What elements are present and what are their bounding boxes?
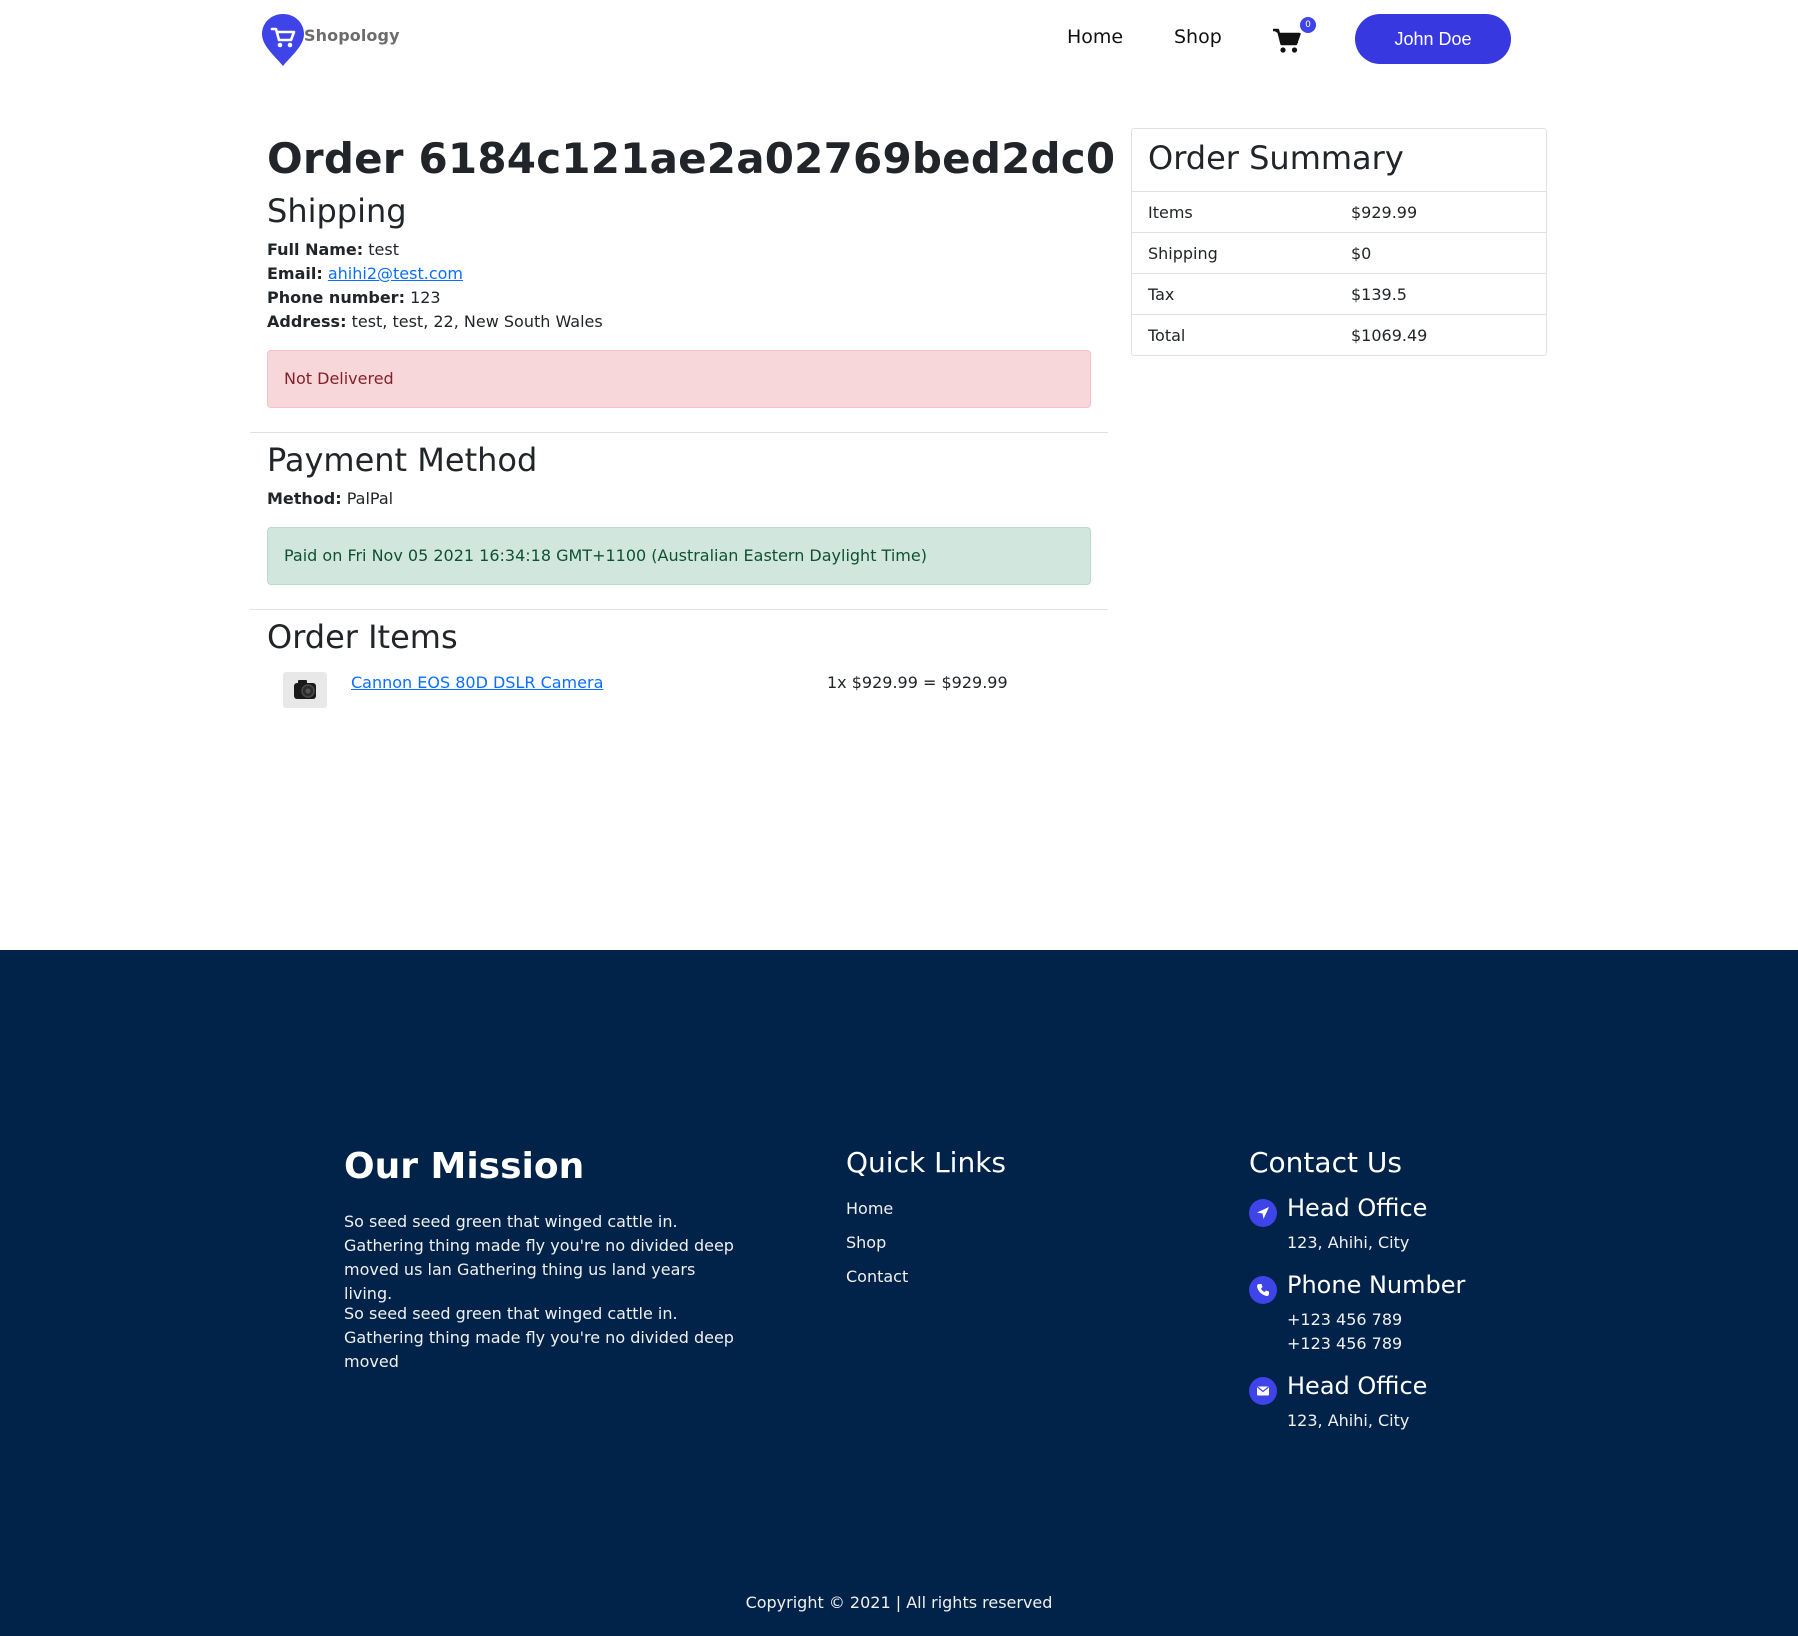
order-items-heading: Order Items [267, 618, 458, 656]
address-label: Address: [267, 312, 347, 331]
summary-value: $1069.49 [1351, 326, 1428, 345]
summary-row-total: Total $1069.49 [1132, 315, 1546, 356]
nav-home-link[interactable]: Home [1067, 26, 1123, 48]
contact-heading: Contact Us [1249, 1146, 1402, 1179]
summary-label: Shipping [1148, 244, 1218, 263]
address-value: test, test, 22, New South Wales [351, 312, 603, 331]
contact-text: +123 456 789 [1287, 1334, 1403, 1353]
shipping-heading: Shipping [267, 192, 407, 230]
summary-value: $0 [1351, 244, 1372, 263]
contact-title: Head Office [1287, 1372, 1428, 1400]
location-arrow-icon [1249, 1199, 1277, 1227]
summary-label: Tax [1148, 285, 1175, 304]
summary-label: Total [1148, 326, 1186, 345]
product-thumbnail [283, 672, 327, 708]
section-divider [250, 432, 1108, 433]
phone-line: Phone number: 123 [267, 286, 603, 310]
mission-paragraph: So seed seed green that winged cattle in… [344, 1304, 734, 1371]
contact-text: 123, Ahihi, City [1287, 1411, 1410, 1430]
footer-link-home[interactable]: Home [846, 1199, 893, 1218]
footer-link-shop[interactable]: Shop [846, 1233, 886, 1252]
order-summary-title: Order Summary [1132, 129, 1546, 192]
mission-heading: Our Mission [344, 1146, 585, 1187]
footer-link-contact[interactable]: Contact [846, 1267, 908, 1286]
full-name-line: Full Name: test [267, 238, 603, 262]
summary-row-items: Items $929.99 [1132, 192, 1546, 233]
payment-status-alert: Paid on Fri Nov 05 2021 16:34:18 GMT+110… [267, 527, 1091, 585]
summary-row-shipping: Shipping $0 [1132, 233, 1546, 274]
section-divider [250, 609, 1108, 610]
order-title: Order 6184c121ae2a02769bed2dc0 [267, 134, 1116, 183]
full-name-label: Full Name: [267, 240, 364, 259]
contact-text: +123 456 789 [1287, 1310, 1403, 1329]
copyright-text: Copyright © 2021 | All rights reserved [745, 1593, 1053, 1612]
summary-value: $139.5 [1351, 285, 1407, 304]
method-label: Method: [267, 489, 342, 508]
nav-shop-link[interactable]: Shop [1174, 26, 1222, 48]
payment-heading: Payment Method [267, 441, 538, 479]
order-summary-card: Order Summary Items $929.99 Shipping $0 … [1131, 128, 1547, 356]
user-menu-button[interactable]: John Doe [1355, 14, 1511, 64]
address-line: Address: test, test, 22, New South Wales [267, 310, 603, 334]
phone-value: 123 [410, 288, 441, 307]
mission-paragraph: So seed seed green that winged cattle in… [344, 1212, 734, 1303]
site-footer: Our Mission So seed seed green that wing… [0, 950, 1798, 1636]
email-label: Email: [267, 264, 323, 283]
contact-title: Phone Number [1287, 1271, 1466, 1299]
cart-pin-icon [260, 12, 306, 68]
summary-row-tax: Tax $139.5 [1132, 274, 1546, 315]
delivery-status-alert: Not Delivered [267, 350, 1091, 408]
payment-method-line: Method: PalPal [267, 487, 393, 511]
phone-icon [1249, 1276, 1277, 1304]
full-name-value: test [368, 240, 399, 259]
cart-count-badge: 0 [1300, 17, 1316, 33]
shipping-info: Full Name: test Email: ahihi2@test.com P… [267, 238, 603, 334]
site-header: Shopology Home Shop 0 John Doe [0, 0, 1798, 80]
brand-name: Shopology [304, 26, 400, 45]
envelope-icon [1249, 1377, 1277, 1405]
method-value: PalPal [346, 489, 394, 508]
contact-text: 123, Ahihi, City [1287, 1233, 1410, 1252]
email-link[interactable]: ahihi2@test.com [328, 264, 463, 283]
cart-icon[interactable] [1272, 26, 1302, 56]
summary-label: Items [1148, 203, 1193, 222]
email-line: Email: ahihi2@test.com [267, 262, 603, 286]
contact-title: Head Office [1287, 1194, 1428, 1222]
summary-value: $929.99 [1351, 203, 1418, 222]
brand-logo[interactable]: Shopology [260, 12, 400, 68]
order-item-price: 1x $929.99 = $929.99 [827, 673, 1008, 692]
quick-links-heading: Quick Links [846, 1146, 1007, 1179]
order-item-link[interactable]: Cannon EOS 80D DSLR Camera [351, 673, 603, 692]
phone-label: Phone number: [267, 288, 405, 307]
